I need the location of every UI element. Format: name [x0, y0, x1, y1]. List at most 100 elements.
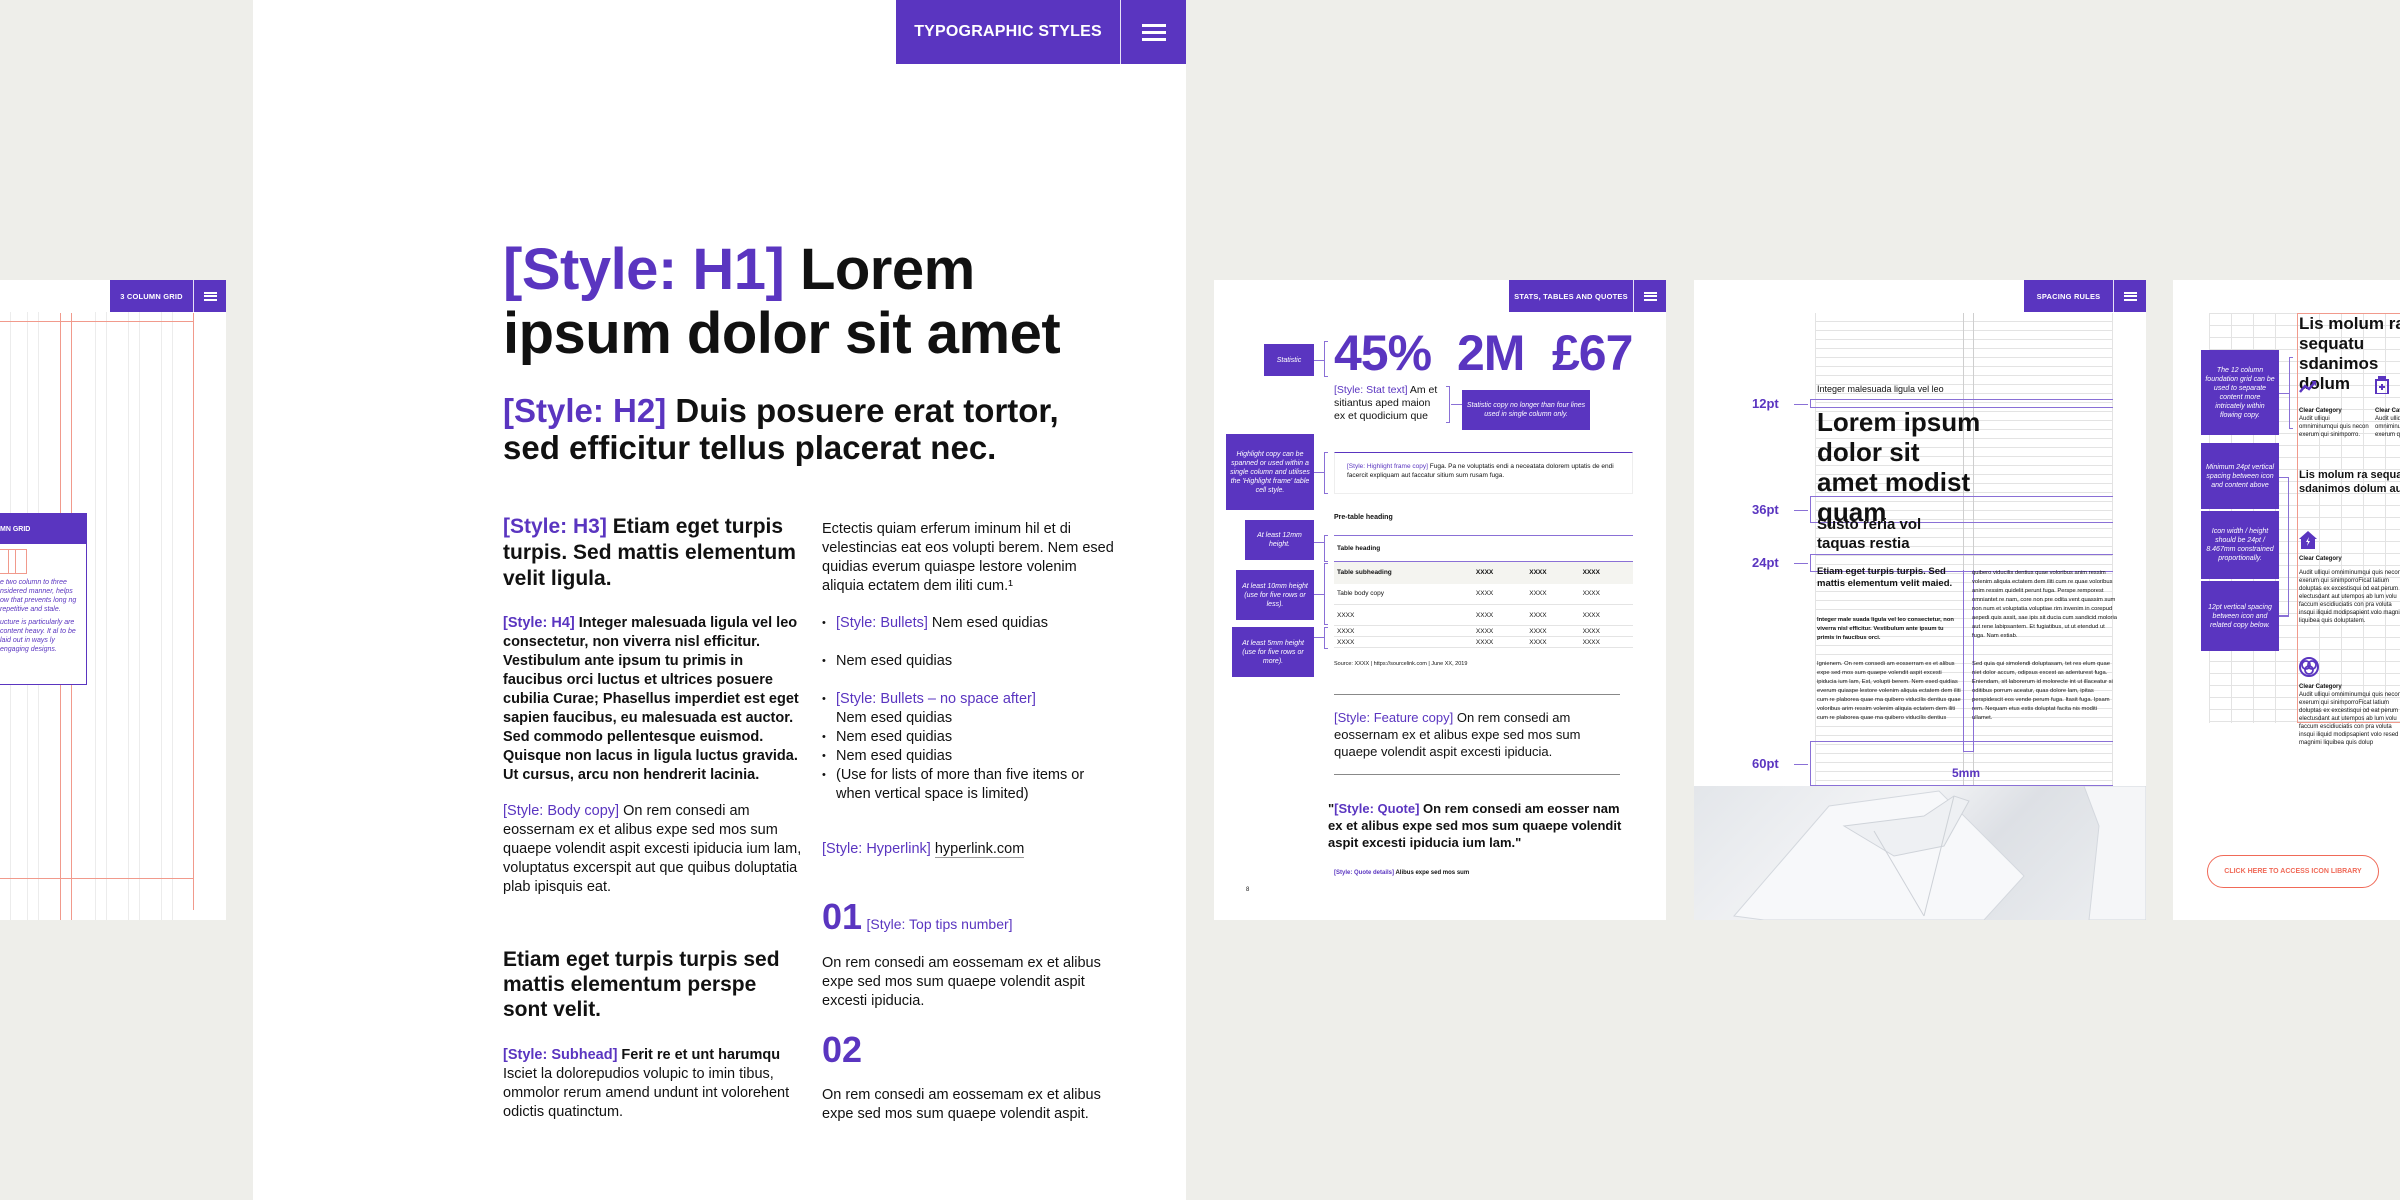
sample-table: Table heading Table subheading XXXX XXXX…	[1334, 535, 1633, 648]
page-header-tab: 3 COLUMN GRID	[110, 280, 226, 312]
spacing-label-12pt: 12pt	[1752, 396, 1779, 411]
table-cell: XXXX	[1526, 636, 1580, 648]
spacing-label-60pt: 60pt	[1752, 756, 1779, 771]
medicine-bottle-icon	[2375, 376, 2389, 399]
annotation-connector	[2279, 393, 2289, 394]
style-tag: [Style: Top tips number]	[866, 916, 1013, 932]
page-typographic-styles: TYPOGRAPHIC STYLES [Style: H1] Lorem ips…	[253, 0, 1186, 1200]
category-item: Clear Category Audit ulliqui omniminumqui…	[2299, 683, 2400, 747]
table-cell: XXXX	[1472, 625, 1527, 637]
callout-text-2: ucture is particularly are content heavy…	[0, 619, 76, 653]
bullet-text: (Use for lists of more than five items o…	[836, 767, 1085, 802]
page-thumbnail-stats-tables-quotes[interactable]: STATS, TABLES AND QUOTES Statistic 45% 2…	[1214, 280, 1666, 920]
hyperlink[interactable]: hyperlink.com	[934, 841, 1025, 858]
annotation-connector	[1314, 542, 1324, 543]
list-item: (Use for lists of more than five items o…	[822, 766, 1122, 804]
list-item: [Style: Bullets] Nem esed quidias	[822, 614, 1122, 633]
crystal-photo	[1694, 786, 2146, 920]
table-row: XXXX XXXX XXXX XXXX	[1334, 625, 1633, 637]
annotation-connector	[1451, 404, 1462, 405]
table-row: XXXX XXXX XXXX XXXX	[1334, 604, 1633, 626]
category-title: Clear Category	[2299, 556, 2342, 562]
style-tag: [Style: Quote details]	[1334, 870, 1395, 876]
hamburger-menu-icon	[203, 291, 217, 301]
pre-table-heading: Pre-table heading	[1334, 514, 1393, 521]
highlight-frame: [Style: Highlight frame copy] Fuga. Pa n…	[1334, 452, 1633, 494]
mini-grid-illustration	[0, 544, 86, 574]
category-title: Clear Category	[2375, 408, 2400, 414]
annotation-12pt-spacing: 12pt vertical spacing between icon and r…	[2201, 581, 2279, 651]
style-tag: [Style: Subhead]	[503, 1047, 618, 1063]
grid-callout-card: MN GRID e two column to three nsidered m…	[0, 513, 87, 685]
page-header-tab: STATS, TABLES AND QUOTES	[1509, 280, 1666, 312]
menu-button[interactable]	[2114, 280, 2146, 312]
category-item: Clear Category Audit ulliqui omniminumqui…	[2375, 407, 2400, 439]
page-thumbnail-3-column-grid[interactable]: 3 COLUMN GRID MN GRID e two column to th…	[0, 280, 226, 920]
annotation-bracket	[1324, 341, 1328, 377]
annotation-highlight: Highlight copy can be spanned or used wi…	[1226, 434, 1314, 510]
table-cell: XXXX	[1526, 583, 1580, 605]
spacing-label-24pt: 24pt	[1752, 555, 1779, 570]
category-title: Clear Category	[2299, 408, 2342, 414]
annotation-bracket	[1324, 563, 1328, 625]
top-tip-2: 02	[822, 1030, 1122, 1070]
annotation-bracket	[1324, 627, 1328, 649]
page-thumbnail-icons[interactable]: Lis molum ra sequatu sdanimos dolum Lis …	[2173, 280, 2400, 920]
table-cell: Table body copy	[1334, 583, 1473, 605]
table-cell: XXXX	[1526, 604, 1580, 626]
spacing-h3: Etiam eget turpis turpis. Sed mattis ele…	[1817, 566, 1953, 589]
crystal-shape-image	[1733, 786, 2146, 920]
top-tip-1: 01 [Style: Top tips number]	[822, 897, 1122, 937]
menu-button[interactable]	[194, 280, 226, 312]
tip-text: On rem consedi am eossemam ex et alibus …	[822, 1087, 1101, 1122]
annotation-bracket	[1324, 535, 1328, 562]
quote-details: [Style: Quote details] Alibus expe sed m…	[1334, 870, 1469, 876]
spacing-tick	[1794, 510, 1808, 511]
quote: "[Style: Quote] On rem consedi am eosser…	[1328, 800, 1628, 851]
style-tag: [Style: H3]	[503, 515, 607, 538]
intro-paragraph: Ectectis quiam erferum iminum hil et di …	[822, 521, 1114, 594]
menu-button[interactable]	[1634, 280, 1666, 312]
callout-text-1: e two column to three nsidered manner, h…	[0, 579, 77, 613]
annotation-min-12mm: At least 12mm height.	[1245, 520, 1314, 560]
access-icon-library-button[interactable]: CLICK HERE TO ACCESS ICON LIBRARY	[2207, 855, 2379, 888]
style-tag: [Style: Feature copy]	[1334, 710, 1454, 725]
style-tag: [Style: H4]	[503, 615, 575, 631]
style-tag: [Style: Highlight frame copy]	[1347, 463, 1428, 470]
grid-bottom-line	[0, 878, 194, 879]
bullet-text: Nem esed quidias	[836, 729, 953, 745]
list-item: Nem esed quidias	[822, 747, 1122, 766]
heading-h3: [Style: H3] Etiam eget turpis turpis. Se…	[503, 514, 803, 592]
annotation-bracket	[1324, 452, 1328, 494]
style-tag: [Style: Body copy]	[503, 803, 620, 819]
list-item: Nem esed quidias	[822, 652, 1122, 671]
annotation-connector	[1314, 594, 1324, 595]
bullet-text: Nem esed quidias	[836, 710, 953, 726]
category-text: Audit ulliqui omniminumqui quis ne exeru…	[2375, 416, 2400, 438]
subhead-title: Ferit re et unt harumqu	[617, 1047, 781, 1063]
page-header-title: SPACING RULES	[2024, 280, 2114, 312]
annotation-min-24pt: Minimum 24pt vertical spacing between ic…	[2201, 443, 2279, 509]
bullet-text: Nem esed quidias	[836, 748, 953, 764]
body-copy: [Style: Body copy] On rem consedi am eos…	[503, 802, 803, 897]
table-cell: XXXX	[1579, 604, 1633, 626]
table-cell: XXXX	[1472, 636, 1527, 648]
bullet-list: Nem esed quidias	[822, 652, 1122, 671]
annotation-bracket	[2289, 357, 2293, 429]
bullet-text: Nem esed quidias	[927, 615, 1048, 631]
spacing-sub-heading: Susto reria vol taquas restia	[1817, 516, 1922, 552]
feature-copy: [Style: Feature copy] On rem consedi am …	[1334, 694, 1620, 775]
page-thumbnail-spacing-rules[interactable]: SPACING RULES 12pt 36pt 24pt 60pt 5mm In…	[1694, 280, 2146, 920]
annotation-connector	[1314, 637, 1324, 638]
table-cell: XXXX	[1472, 561, 1527, 584]
spacing-big-heading: Lorem ipsum dolor sit amet modist quam	[1817, 407, 1981, 527]
menu-button[interactable]	[1121, 0, 1186, 64]
spacing-tick	[1794, 404, 1808, 405]
annotation-connector	[1314, 360, 1324, 361]
table-cell: XXXX	[1334, 604, 1473, 626]
page-header-title: STATS, TABLES AND QUOTES	[1509, 280, 1634, 312]
category-text: Audit ulliqui omniminumqui quis necon ex…	[2299, 692, 2400, 746]
table-cell: XXXX	[1472, 604, 1527, 626]
heading-h4: [Style: H4] Integer malesuada ligula vel…	[503, 614, 803, 785]
callout-title: MN GRID	[0, 514, 86, 544]
